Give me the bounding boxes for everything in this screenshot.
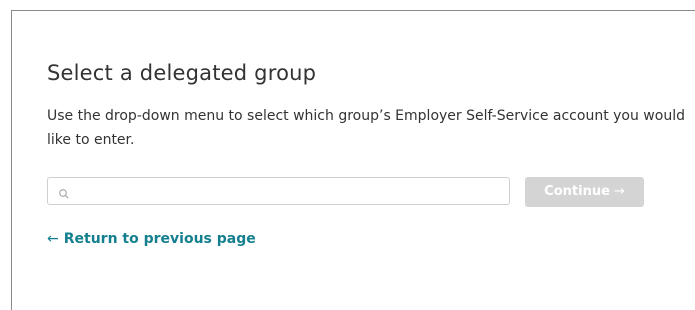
continue-button[interactable]: Continue → (525, 177, 644, 207)
return-to-previous-page-link[interactable]: ← Return to previous page (47, 231, 256, 247)
page-description: Use the drop-down menu to select which g… (47, 108, 685, 148)
arrow-right-icon: → (613, 184, 625, 199)
arrow-left-icon: ← (47, 231, 59, 247)
group-search-field[interactable] (47, 177, 510, 205)
continue-button-label: Continue (544, 184, 610, 199)
content-frame (11, 10, 695, 310)
page-title: Select a delegated group (47, 61, 317, 85)
return-link-label: Return to previous page (63, 231, 256, 247)
search-icon (58, 185, 70, 199)
group-search-input[interactable] (76, 180, 501, 202)
